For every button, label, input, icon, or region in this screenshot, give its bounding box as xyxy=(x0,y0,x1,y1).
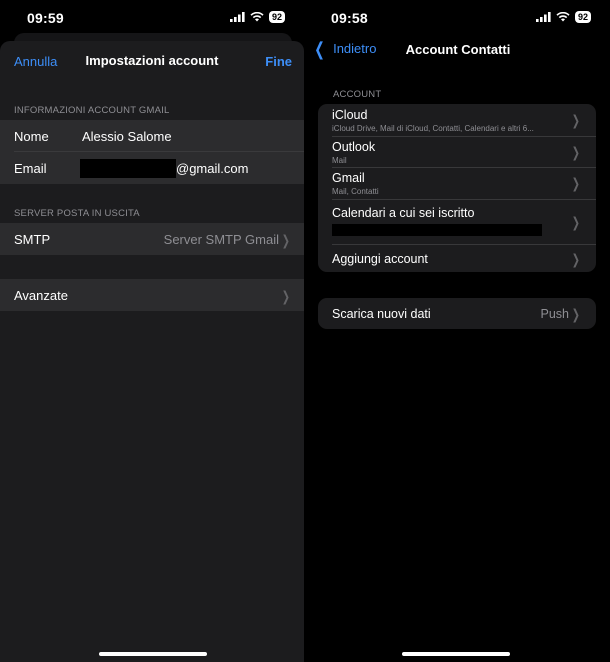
redacted-email-user xyxy=(80,159,176,178)
status-bar: 09:59 92 xyxy=(0,0,304,34)
account-subtitle: Mail xyxy=(332,156,347,165)
outgoing-server-section-header: SERVER POSTA IN USCITA xyxy=(14,208,140,219)
email-domain: @gmail.com xyxy=(176,161,249,176)
contacts-accounts-screen: 09:58 92 ❮ Indietro Account Contatti ACC… xyxy=(306,0,610,662)
add-account-label: Aggiungi account xyxy=(332,252,428,266)
wifi-icon xyxy=(250,12,264,22)
status-time: 09:59 xyxy=(27,10,64,26)
account-title: iCloud xyxy=(332,108,368,122)
modal-sheet: Annulla Impostazioni account Fine INFORM… xyxy=(0,41,304,662)
chevron-right-icon: ❯ xyxy=(572,214,581,230)
account-row-outlook[interactable]: Outlook Mail ❯ xyxy=(318,137,596,167)
page-title: Impostazioni account xyxy=(85,53,219,68)
home-indicator[interactable] xyxy=(402,652,510,656)
status-time: 09:58 xyxy=(331,10,368,26)
email-label: Email xyxy=(14,161,47,176)
chevron-right-icon: ❯ xyxy=(572,144,581,160)
chevron-right-icon: ❯ xyxy=(282,232,291,248)
chevron-right-icon: ❯ xyxy=(282,288,291,304)
account-title: Calendari a cui sei iscritto xyxy=(332,206,475,220)
accounts-list: iCloud iCloud Drive, Mail di iCloud, Con… xyxy=(318,104,596,272)
accounts-section-header: ACCOUNT xyxy=(333,89,382,100)
email-field[interactable]: @gmail.com xyxy=(80,159,248,178)
advanced-row[interactable]: Avanzate ❯ xyxy=(0,279,304,311)
account-title: Outlook xyxy=(332,140,376,154)
name-field[interactable]: Alessio Salome xyxy=(82,129,172,144)
fetch-new-data-row[interactable]: Scarica nuovi dati Push ❯ xyxy=(318,298,596,329)
battery-icon: 92 xyxy=(268,11,285,23)
advanced-label: Avanzate xyxy=(14,288,68,303)
battery-icon: 92 xyxy=(574,11,591,23)
status-bar: 09:58 92 xyxy=(306,0,610,34)
cellular-signal-icon xyxy=(229,12,245,22)
status-icons: 92 xyxy=(229,11,285,23)
account-subtitle: iCloud Drive, Mail di iCloud, Contatti, … xyxy=(332,124,534,133)
fetch-new-data-label: Scarica nuovi dati xyxy=(332,307,431,321)
fetch-new-data-value: Push xyxy=(540,307,570,321)
gmail-info-section-header: INFORMAZIONI ACCOUNT GMAIL xyxy=(14,105,170,116)
smtp-label: SMTP xyxy=(14,232,51,247)
chevron-right-icon: ❯ xyxy=(572,112,581,128)
account-row-gmail[interactable]: Gmail Mail, Contatti ❯ xyxy=(318,168,596,199)
cellular-signal-icon xyxy=(535,12,551,22)
account-settings-screen: 09:59 92 Annulla Impostazioni account Fi… xyxy=(0,0,304,662)
account-title: Gmail xyxy=(332,171,365,185)
redacted-calendar-list xyxy=(332,224,542,236)
page-title: Account Contatti xyxy=(405,42,511,57)
sheet-nav-bar: Annulla Impostazioni account Fine xyxy=(0,41,304,79)
email-row[interactable]: Email @gmail.com xyxy=(0,152,304,184)
home-indicator[interactable] xyxy=(99,652,207,656)
smtp-row[interactable]: SMTP Server SMTP Gmail ❯ xyxy=(0,223,304,255)
chevron-right-icon: ❯ xyxy=(572,251,581,267)
account-subtitle: Mail, Contatti xyxy=(332,187,379,196)
wifi-icon xyxy=(556,12,570,22)
status-icons: 92 xyxy=(535,11,591,23)
smtp-value: Server SMTP Gmail xyxy=(163,232,279,247)
chevron-right-icon: ❯ xyxy=(572,175,581,191)
add-account-row[interactable]: Aggiungi account ❯ xyxy=(318,245,596,272)
chevron-right-icon: ❯ xyxy=(572,306,581,322)
account-row-icloud[interactable]: iCloud iCloud Drive, Mail di iCloud, Con… xyxy=(318,104,596,136)
fetch-settings-group: Scarica nuovi dati Push ❯ xyxy=(318,298,596,329)
name-label: Nome xyxy=(14,129,49,144)
account-row-subscribed-calendars[interactable]: Calendari a cui sei iscritto ❯ xyxy=(318,200,596,244)
name-row[interactable]: Nome Alessio Salome xyxy=(0,120,304,152)
done-button[interactable]: Fine xyxy=(265,54,292,69)
